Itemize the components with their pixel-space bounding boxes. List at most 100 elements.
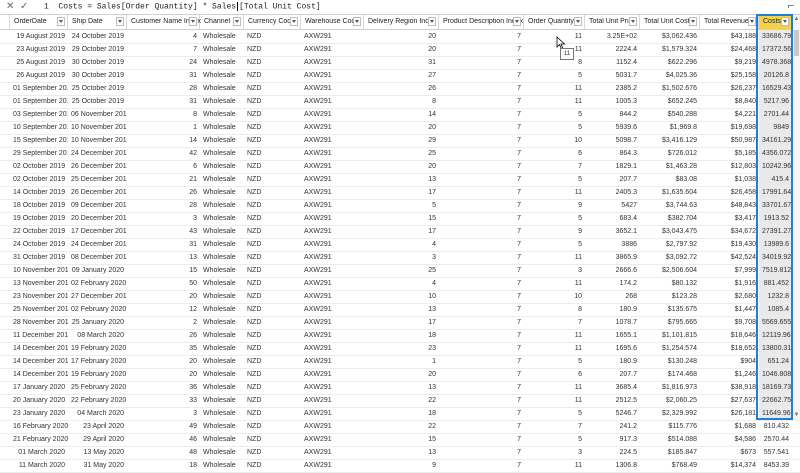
table-cell-dr[interactable]: 23 bbox=[364, 342, 439, 355]
table-cell-od[interactable]: 02 October 2019 bbox=[10, 160, 68, 173]
table-cell-tup[interactable]: 3685.4 bbox=[585, 381, 640, 394]
row-selector[interactable] bbox=[0, 108, 10, 121]
table-cell-co[interactable]: 17991.644 bbox=[759, 186, 792, 199]
table-cell-dr[interactable]: 20 bbox=[364, 368, 439, 381]
table-cell-ch[interactable]: Wholesale bbox=[200, 277, 244, 290]
row-selector[interactable] bbox=[0, 56, 10, 69]
table-cell-ci[interactable]: 20 bbox=[127, 290, 200, 303]
table-cell-tr[interactable]: $1,688 bbox=[700, 420, 759, 433]
table-cell-pd[interactable]: 7 bbox=[439, 329, 524, 342]
table-cell-co[interactable]: 7519.812 bbox=[759, 264, 792, 277]
table-cell-dr[interactable]: 17 bbox=[364, 225, 439, 238]
table-cell-co[interactable]: 1913.52 bbox=[759, 212, 792, 225]
table-cell-tup[interactable]: 917.3 bbox=[585, 433, 640, 446]
table-cell-wc[interactable]: AXW291 bbox=[301, 43, 364, 56]
row-selector[interactable] bbox=[0, 290, 10, 303]
table-cell-wc[interactable]: AXW291 bbox=[301, 134, 364, 147]
table-cell-od[interactable]: 24 October 2019 bbox=[10, 238, 68, 251]
table-cell-od[interactable]: 01 March 2020 bbox=[10, 446, 68, 459]
row-selector[interactable] bbox=[0, 186, 10, 199]
table-row[interactable]: 24 October 2019 24 December 2019 31 Wholesa… bbox=[0, 238, 800, 252]
table-cell-tr[interactable]: $7,999 bbox=[700, 264, 759, 277]
table-cell-tuc[interactable]: $2,060.25 bbox=[640, 394, 700, 407]
checkmark-icon[interactable]: ✓ bbox=[20, 1, 28, 13]
table-cell-od[interactable]: 23 November 2019 bbox=[10, 290, 68, 303]
table-cell-tr[interactable]: $3,417 bbox=[700, 212, 759, 225]
table-cell-wc[interactable]: AXW291 bbox=[301, 82, 364, 95]
table-row[interactable]: 14 October 2019 26 December 2019 26 Wholesa… bbox=[0, 186, 800, 200]
filter-dropdown-icon[interactable] bbox=[781, 17, 789, 26]
table-cell-wc[interactable]: AXW291 bbox=[301, 173, 364, 186]
table-cell-wc[interactable]: AXW291 bbox=[301, 433, 364, 446]
table-cell-ci[interactable]: 46 bbox=[127, 433, 200, 446]
column-header-ci[interactable]: Customer Name Index bbox=[127, 15, 201, 29]
table-cell-wc[interactable]: AXW291 bbox=[301, 420, 364, 433]
table-cell-sd[interactable]: 09 January 2020 bbox=[68, 264, 127, 277]
filter-dropdown-icon[interactable] bbox=[57, 17, 65, 26]
table-cell-sd[interactable]: 19 February 2020 bbox=[68, 368, 127, 381]
row-selector[interactable] bbox=[0, 251, 10, 264]
table-cell-sd[interactable]: 06 November 2019 bbox=[68, 108, 127, 121]
table-cell-ch[interactable]: Wholesale bbox=[200, 95, 244, 108]
table-cell-tup[interactable]: 207.7 bbox=[585, 173, 640, 186]
table-cell-od[interactable]: 14 December 2019 bbox=[10, 342, 68, 355]
table-cell-wc[interactable]: AXW291 bbox=[301, 238, 364, 251]
table-cell-co[interactable]: 18169.73 bbox=[759, 381, 792, 394]
table-cell-ch[interactable]: Wholesale bbox=[200, 173, 244, 186]
table-cell-sd[interactable]: 04 March 2020 bbox=[68, 407, 127, 420]
table-cell-co[interactable]: 27391.275 bbox=[759, 225, 792, 238]
table-cell-tuc[interactable]: $2,506.604 bbox=[640, 264, 700, 277]
table-cell-ci[interactable]: 28 bbox=[127, 82, 200, 95]
table-cell-tup[interactable]: 224.5 bbox=[585, 446, 640, 459]
table-cell-tup[interactable]: 3.25E+02 bbox=[585, 30, 640, 43]
table-cell-ch[interactable]: Wholesale bbox=[200, 394, 244, 407]
table-cell-tuc[interactable]: $80.132 bbox=[640, 277, 700, 290]
table-cell-dr[interactable]: 20 bbox=[364, 121, 439, 134]
table-cell-tr[interactable]: $673 bbox=[700, 446, 759, 459]
table-cell-tuc[interactable]: $768.49 bbox=[640, 459, 700, 472]
table-cell-tr[interactable]: $8,840 bbox=[700, 95, 759, 108]
table-cell-cc[interactable]: NZD bbox=[244, 121, 301, 134]
row-selector-header[interactable] bbox=[0, 15, 10, 29]
table-cell-od[interactable]: 19 August 2019 bbox=[10, 30, 68, 43]
table-cell-tup[interactable]: 2405.3 bbox=[585, 186, 640, 199]
filter-dropdown-icon[interactable] bbox=[513, 17, 521, 26]
table-cell-tup[interactable]: 683.4 bbox=[585, 212, 640, 225]
table-cell-dr[interactable]: 15 bbox=[364, 212, 439, 225]
table-cell-tup[interactable]: 5246.7 bbox=[585, 407, 640, 420]
table-cell-ch[interactable]: Wholesale bbox=[200, 82, 244, 95]
table-cell-tuc[interactable]: $2,329.992 bbox=[640, 407, 700, 420]
table-cell-tup[interactable]: 5939.6 bbox=[585, 121, 640, 134]
table-cell-pd[interactable]: 7 bbox=[439, 225, 524, 238]
table-cell-pd[interactable]: 7 bbox=[439, 95, 524, 108]
table-row[interactable]: 21 February 2020 29 April 2020 46 Wholesale… bbox=[0, 433, 800, 447]
row-selector[interactable] bbox=[0, 264, 10, 277]
table-cell-co[interactable]: 4978.368 bbox=[759, 56, 792, 69]
table-cell-ci[interactable]: 3 bbox=[127, 407, 200, 420]
table-cell-pd[interactable]: 7 bbox=[439, 69, 524, 82]
table-cell-wc[interactable]: AXW291 bbox=[301, 121, 364, 134]
table-cell-tr[interactable]: $43,188 bbox=[700, 30, 759, 43]
table-cell-wc[interactable]: AXW291 bbox=[301, 95, 364, 108]
table-cell-dr[interactable]: 31 bbox=[364, 56, 439, 69]
table-cell-tr[interactable]: $4,586 bbox=[700, 433, 759, 446]
table-cell-tr[interactable]: $9,708 bbox=[700, 316, 759, 329]
table-cell-tuc[interactable]: $514.088 bbox=[640, 433, 700, 446]
table-cell-od[interactable]: 15 September 2019 bbox=[10, 134, 68, 147]
table-cell-co[interactable]: 13989.6 bbox=[759, 238, 792, 251]
table-cell-oq[interactable]: 10 bbox=[524, 134, 585, 147]
table-cell-pd[interactable]: 7 bbox=[439, 238, 524, 251]
table-cell-pd[interactable]: 7 bbox=[439, 134, 524, 147]
table-cell-wc[interactable]: AXW291 bbox=[301, 316, 364, 329]
table-cell-tr[interactable]: $42,524 bbox=[700, 251, 759, 264]
column-header-dr[interactable]: Delivery Region Index bbox=[364, 15, 439, 29]
table-cell-wc[interactable]: AXW291 bbox=[301, 381, 364, 394]
table-cell-sd[interactable]: 25 January 2020 bbox=[68, 316, 127, 329]
table-cell-ch[interactable]: Wholesale bbox=[200, 199, 244, 212]
table-cell-od[interactable]: 16 February 2020 bbox=[10, 420, 68, 433]
table-cell-wc[interactable]: AXW291 bbox=[301, 199, 364, 212]
table-cell-wc[interactable]: AXW291 bbox=[301, 108, 364, 121]
table-cell-ch[interactable]: Wholesale bbox=[200, 433, 244, 446]
table-cell-pd[interactable]: 7 bbox=[439, 342, 524, 355]
table-cell-tup[interactable]: 2666.6 bbox=[585, 264, 640, 277]
